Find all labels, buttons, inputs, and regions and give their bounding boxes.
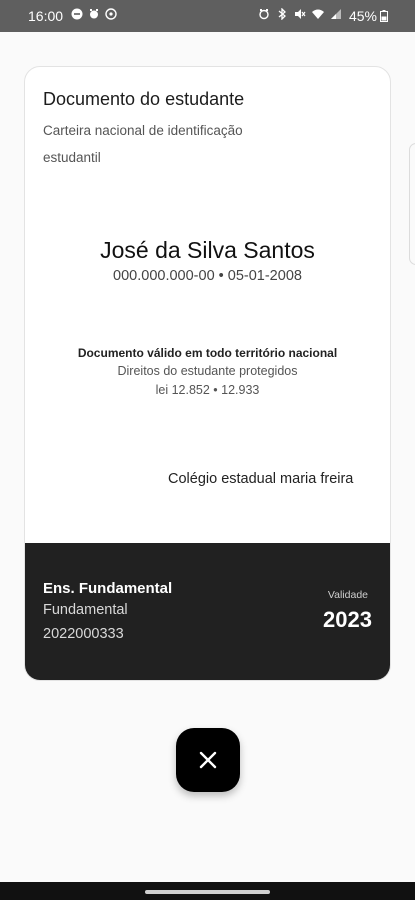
status-time: 16:00 bbox=[28, 8, 64, 24]
validity-year: 2023 bbox=[323, 607, 372, 632]
status-battery: 45% bbox=[349, 8, 391, 24]
school-name: Colégio estadual maria freira bbox=[168, 471, 354, 487]
education-level-subtitle: Fundamental bbox=[43, 602, 128, 618]
card-title: Documento do estudante bbox=[43, 89, 245, 109]
minus-circle-icon bbox=[71, 8, 83, 20]
alarm-icon bbox=[258, 8, 269, 20]
home-indicator[interactable] bbox=[145, 890, 270, 894]
card-subtitle: Carteira nacional de identificação estud… bbox=[43, 123, 243, 165]
mute-icon bbox=[294, 8, 306, 20]
validity-label: Validade bbox=[327, 589, 368, 601]
status-bar: 16:00 45% bbox=[0, 0, 415, 32]
status-left-icons bbox=[71, 8, 117, 20]
enrollment-number: 2022000333 bbox=[43, 626, 124, 642]
side-panel-handle[interactable] bbox=[409, 143, 415, 265]
bluetooth-icon bbox=[276, 8, 287, 20]
validity-notice: Documento válido em todo território naci… bbox=[77, 346, 338, 360]
student-id-and-birthdate: 000.000.000-00 • 05-01-2008 bbox=[113, 268, 302, 284]
student-name: José da Silva Santos bbox=[100, 237, 315, 263]
navigation-bar bbox=[0, 882, 415, 900]
alarm-icon bbox=[88, 8, 99, 20]
card-footer: Ens. Fundamental Fundamental 2022000333 … bbox=[25, 543, 390, 680]
status-right-icons bbox=[258, 8, 341, 20]
close-button[interactable] bbox=[176, 728, 240, 792]
signal-icon bbox=[330, 8, 341, 20]
location-icon bbox=[105, 8, 117, 20]
battery-icon bbox=[380, 10, 391, 22]
law-reference: lei 12.852 • 12.933 bbox=[155, 383, 260, 397]
battery-percentage: 45% bbox=[348, 8, 377, 24]
wifi-icon bbox=[312, 8, 324, 20]
education-level-title: Ens. Fundamental bbox=[43, 580, 173, 597]
rights-notice: Direitos do estudante protegidos bbox=[117, 364, 298, 378]
close-icon bbox=[199, 751, 217, 769]
student-id-card: Documento do estudante Carteira nacional… bbox=[24, 66, 391, 681]
